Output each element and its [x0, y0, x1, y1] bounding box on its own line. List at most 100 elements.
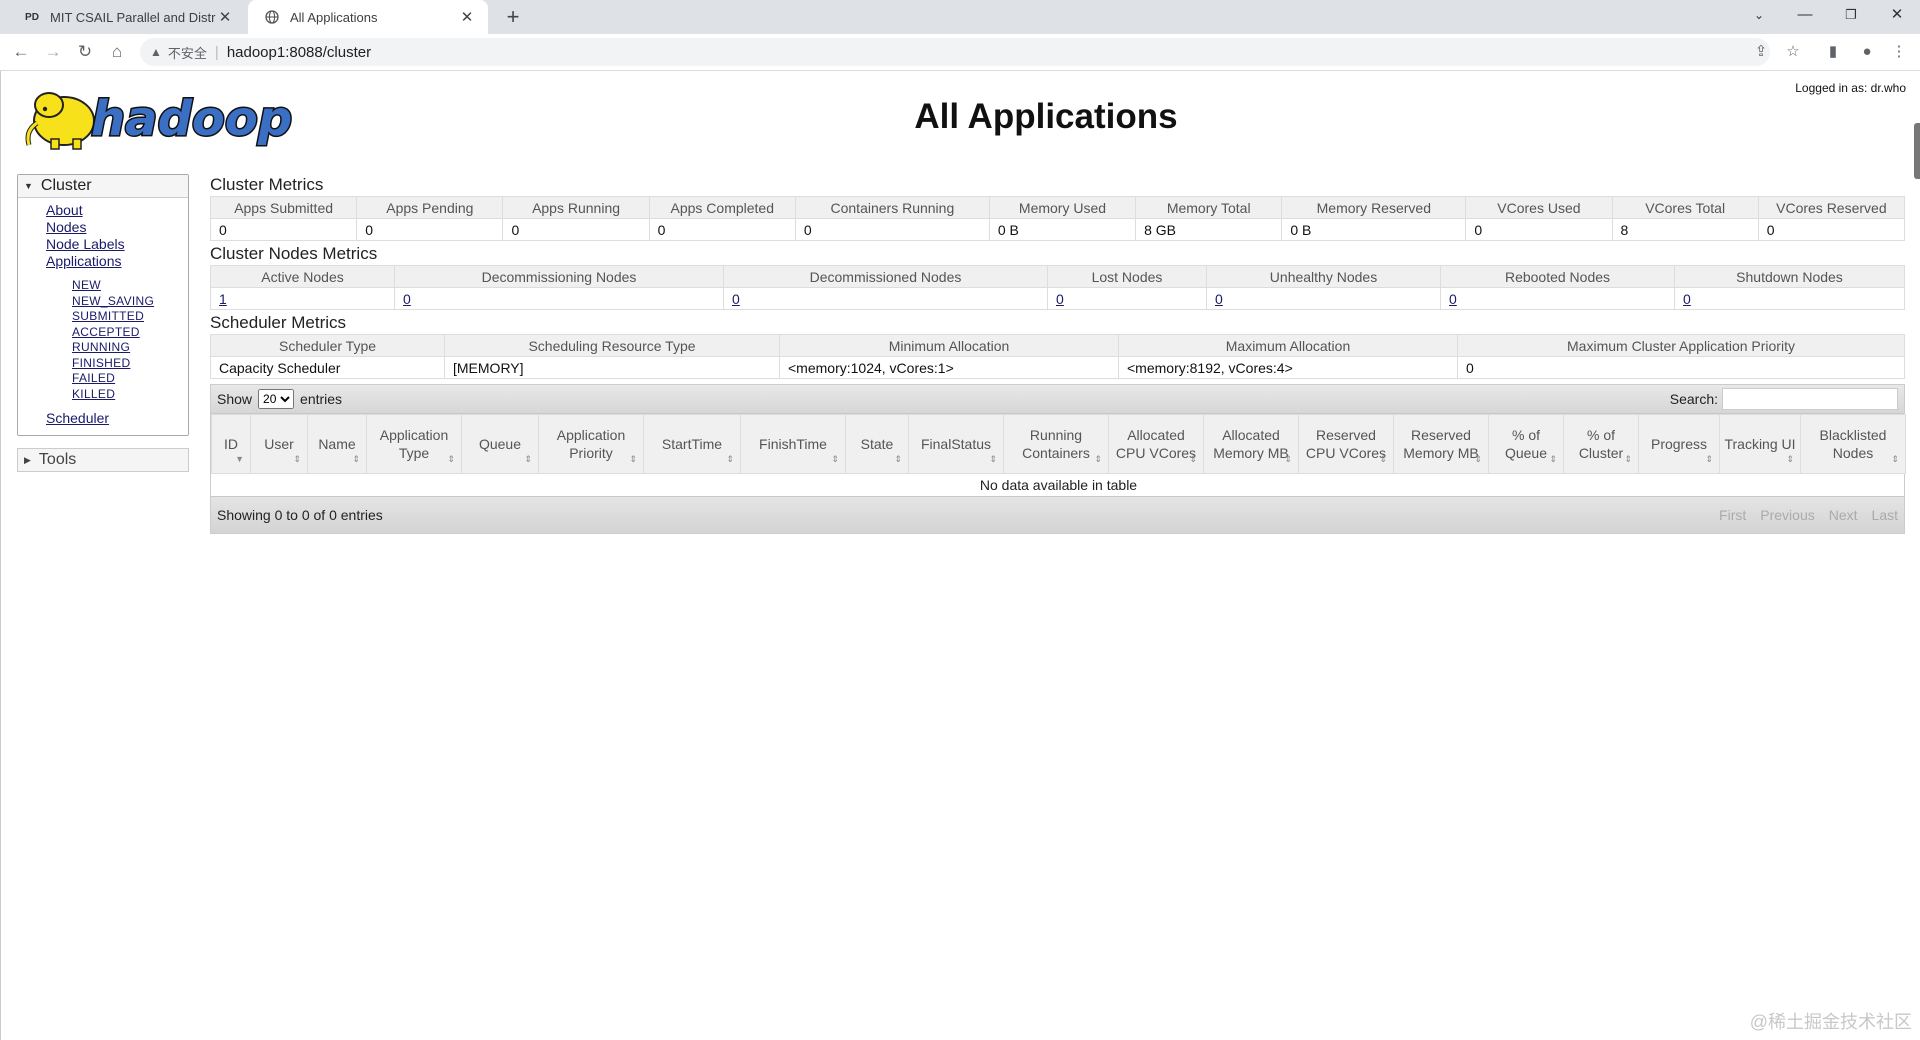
column-header-sortable[interactable]: Running Containers ⇕	[1003, 414, 1109, 474]
sidebar-link-about[interactable]: About	[46, 202, 188, 219]
state-link-accepted[interactable]: ACCEPTED	[72, 325, 188, 341]
column-header-sortable[interactable]: Reserved Memory MB ⇕	[1393, 414, 1489, 474]
close-tab-icon[interactable]: ✕	[216, 8, 234, 26]
applications-table: ID ▼ User ⇕ Name ⇕ Application Type ⇕ Queue ⇕ Appl…	[211, 414, 1906, 496]
scheduler-metrics-table: Scheduler Type Scheduling Resource Type …	[210, 334, 1905, 379]
column-label: Reserved Memory MB	[1403, 427, 1479, 461]
new-tab-button[interactable]: +	[500, 4, 526, 30]
column-label: FinishTime	[759, 436, 827, 452]
metric-value: 0	[794, 218, 990, 241]
pagination-last[interactable]: Last	[1872, 507, 1898, 523]
column-header: Unhealthy Nodes	[1206, 265, 1441, 288]
decommissioning-nodes-link[interactable]: 0	[403, 291, 411, 307]
page-title: All Applications	[914, 97, 1178, 136]
column-header-sortable[interactable]: Tracking UI ⇕	[1719, 414, 1801, 474]
side-panel-icon[interactable]: ▮	[1822, 41, 1844, 63]
browser-tab-mit[interactable]: PD MIT CSAIL Parallel and Distrib ✕	[8, 0, 246, 34]
profile-avatar-icon[interactable]: ●	[1856, 41, 1878, 63]
app-state-links: NEW NEW_SAVING SUBMITTED ACCEPTED RUNNIN…	[46, 270, 188, 410]
sidebar-link-scheduler[interactable]: Scheduler	[46, 410, 188, 427]
state-link-running[interactable]: RUNNING	[72, 340, 188, 356]
state-link-finished[interactable]: FINISHED	[72, 356, 188, 372]
restore-icon[interactable]: ❐	[1828, 0, 1874, 30]
sidebar-link-node-labels[interactable]: Node Labels	[46, 236, 188, 253]
lost-nodes-link[interactable]: 0	[1056, 291, 1064, 307]
column-header-sortable[interactable]: Progress ⇕	[1638, 414, 1720, 474]
column-header-sortable[interactable]: FinishTime ⇕	[740, 414, 846, 474]
scheduler-metrics-title: Scheduler Metrics	[210, 313, 347, 332]
pagination-first[interactable]: First	[1719, 507, 1746, 523]
pagination-previous[interactable]: Previous	[1760, 507, 1814, 523]
column-header-sortable[interactable]: Queue ⇕	[461, 414, 539, 474]
column-header-sortable[interactable]: Application Priority ⇕	[538, 414, 644, 474]
sidebar-link-nodes[interactable]: Nodes	[46, 219, 188, 236]
decommissioned-nodes-link[interactable]: 0	[732, 291, 740, 307]
column-header-sortable[interactable]: Blacklisted Nodes ⇕	[1800, 414, 1906, 474]
apps-table-controls: Show 20 entries Search:	[211, 385, 1904, 414]
entries-label: entries	[300, 391, 343, 407]
window-close-icon[interactable]: ✕	[1874, 0, 1920, 30]
column-header-sortable[interactable]: % of Queue ⇕	[1488, 414, 1564, 474]
rebooted-nodes-link[interactable]: 0	[1449, 291, 1457, 307]
column-header-sortable[interactable]: User ⇕	[250, 414, 308, 474]
column-label: Allocated CPU VCores	[1115, 427, 1197, 461]
pd-favicon-icon: PD	[25, 11, 39, 23]
unhealthy-nodes-link[interactable]: 0	[1215, 291, 1223, 307]
back-arrow-icon[interactable]: ←	[10, 41, 32, 63]
column-header-sortable[interactable]: Reserved CPU VCores ⇕	[1298, 414, 1394, 474]
bookmark-star-icon[interactable]: ☆	[1782, 41, 1804, 63]
minimize-icon[interactable]: —	[1782, 0, 1828, 30]
browser-tab-all-applications[interactable]: All Applications ✕	[248, 0, 488, 34]
pagination-next[interactable]: Next	[1829, 507, 1858, 523]
reload-icon[interactable]: ↻	[74, 41, 96, 63]
cluster-header[interactable]: ▼ Cluster	[18, 175, 188, 198]
address-bar[interactable]: ▲ 不安全 | hadoop1:8088/cluster	[140, 38, 1770, 66]
metric-value: 0 B	[988, 218, 1137, 241]
column-header: VCores Total	[1611, 196, 1759, 219]
column-label: Allocated Memory MB	[1213, 427, 1289, 461]
metric-value: 0	[1457, 356, 1905, 379]
state-link-new[interactable]: NEW	[72, 278, 188, 294]
column-header-sortable[interactable]: Allocated CPU VCores ⇕	[1108, 414, 1204, 474]
sort-both-icon: ⇕	[1284, 454, 1292, 464]
column-label: StartTime	[661, 436, 723, 452]
column-header: Decommissioned Nodes	[723, 265, 1048, 288]
column-header-sortable[interactable]: FinalStatus ⇕	[908, 414, 1004, 474]
state-link-submitted[interactable]: SUBMITTED	[72, 309, 188, 325]
search-input[interactable]	[1722, 388, 1898, 410]
sidebar-link-applications[interactable]: Applications	[46, 253, 188, 270]
sort-both-icon: ⇕	[524, 454, 532, 464]
tools-header[interactable]: ▶ Tools	[17, 448, 189, 472]
tab-title: MIT CSAIL Parallel and Distrib	[50, 9, 216, 25]
state-link-killed[interactable]: KILLED	[72, 387, 188, 403]
share-icon[interactable]: ⇪	[1750, 41, 1772, 63]
entries-per-page-select[interactable]: 20	[258, 389, 295, 409]
divider: |	[214, 43, 219, 61]
column-header: Minimum Allocation	[779, 334, 1119, 357]
cluster-metrics-table: Apps Submitted Apps Pending Apps Running…	[209, 196, 1906, 241]
state-link-new-saving[interactable]: NEW_SAVING	[72, 294, 188, 310]
menu-dots-icon[interactable]: ⋮	[1888, 41, 1910, 63]
state-link-failed[interactable]: FAILED	[72, 371, 188, 387]
column-header-sortable[interactable]: Allocated Memory MB ⇕	[1203, 414, 1299, 474]
shutdown-nodes-link[interactable]: 0	[1683, 291, 1691, 307]
scrollbar-thumb[interactable]	[1914, 123, 1920, 179]
tab-search-chevron-icon[interactable]: ⌄	[1736, 0, 1782, 30]
column-header-sortable[interactable]: State ⇕	[845, 414, 909, 474]
column-label: Progress	[1650, 436, 1708, 452]
metric-value: 0	[648, 218, 796, 241]
metric-value: 0	[1757, 218, 1906, 241]
column-header-sortable[interactable]: StartTime ⇕	[643, 414, 741, 474]
url-text: hadoop1:8088/cluster	[226, 43, 372, 61]
home-icon[interactable]: ⌂	[106, 41, 128, 63]
metric-value: [MEMORY]	[444, 356, 780, 379]
nodes-metrics-table: Active Nodes Decommissioning Nodes Decom…	[210, 265, 1905, 310]
column-header-sortable[interactable]: Application Type ⇕	[366, 414, 462, 474]
close-tab-icon[interactable]: ✕	[458, 8, 476, 26]
column-header-sortable[interactable]: Name ⇕	[307, 414, 367, 474]
forward-arrow-icon[interactable]: →	[42, 41, 64, 63]
column-header-sortable[interactable]: % of Cluster ⇕	[1563, 414, 1639, 474]
column-header: Lost Nodes	[1047, 265, 1207, 288]
column-header-sortable[interactable]: ID ▼	[211, 414, 251, 474]
active-nodes-link[interactable]: 1	[219, 291, 227, 307]
